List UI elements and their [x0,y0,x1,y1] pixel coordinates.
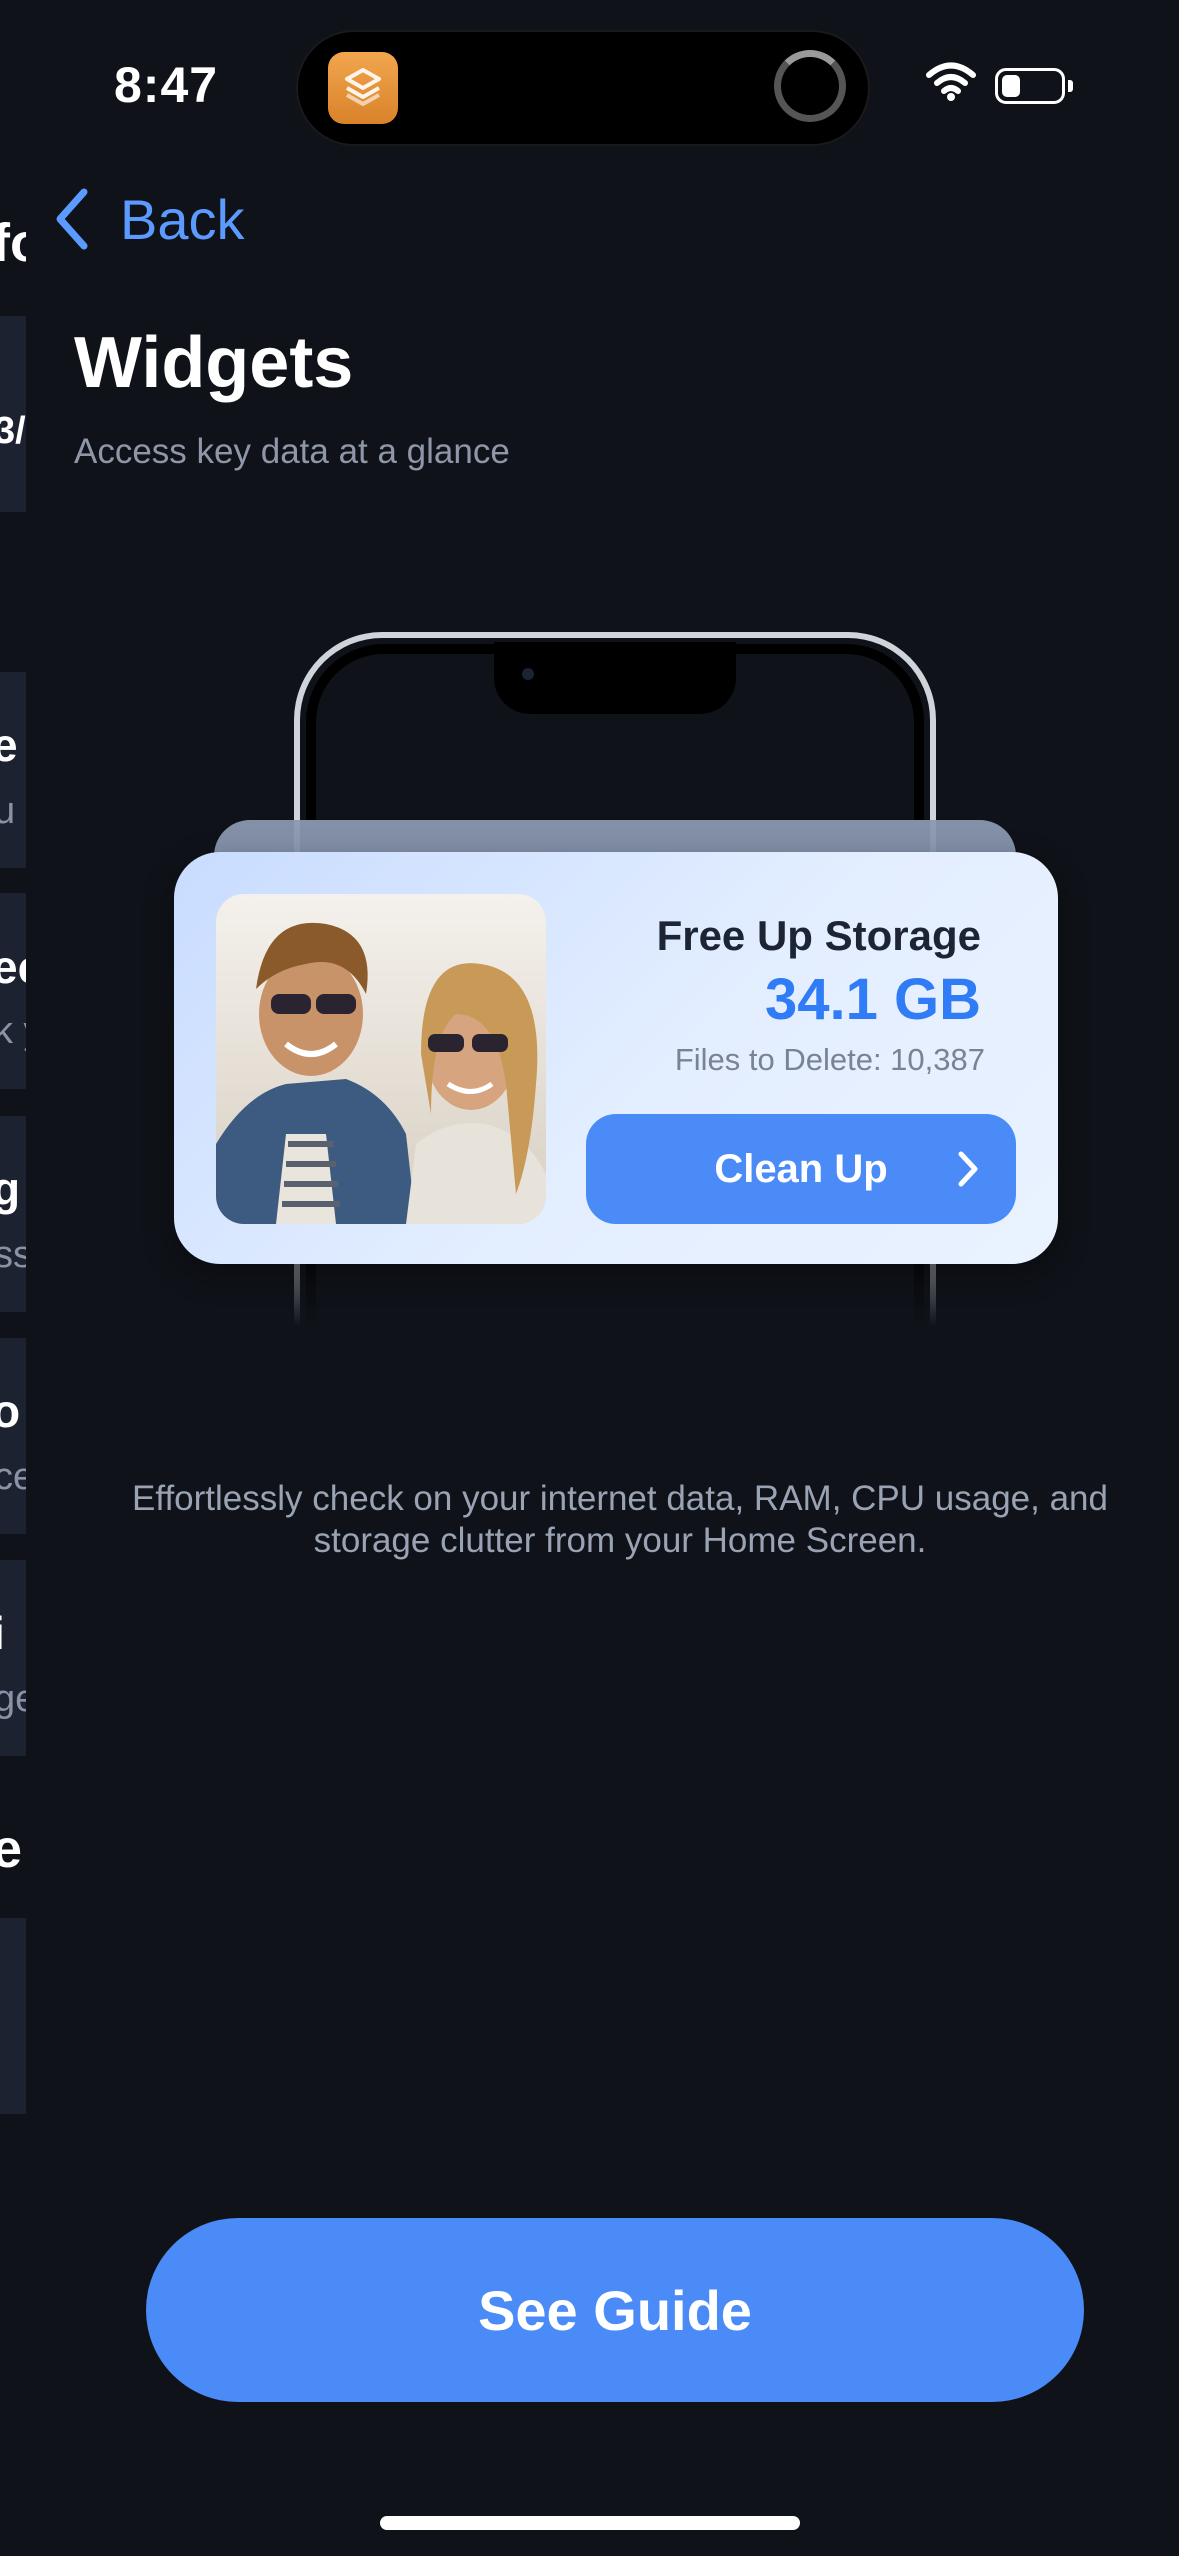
battery-icon [995,68,1065,104]
see-guide-button[interactable]: See Guide [146,2218,1084,2402]
chevron-left-icon [56,188,88,250]
background-text: e [0,719,18,771]
background-section-title: e [0,1819,23,1879]
phone-camera [522,668,534,680]
back-label: Back [120,187,245,251]
chevron-right-icon [958,1151,978,1187]
wifi-icon [926,62,976,107]
background-text: o [0,1385,21,1437]
widget-title: Free Up Storage [656,912,981,959]
see-guide-label: See Guide [478,2278,752,2342]
page-title: Widgets [74,323,354,403]
background-text: i [0,1610,5,1656]
battery-tip [1068,80,1073,92]
activity-spinner-icon [774,50,846,122]
background-text: u [0,790,16,832]
status-time: 8:47 [114,57,219,113]
clean-up-label: Clean Up [714,1146,888,1191]
shortcuts-app-icon [328,52,398,124]
background-text: 3/ [0,410,26,452]
widget-files-count: Files to Delete: 10,387 [674,1042,985,1077]
back-button[interactable]: Back [52,186,245,252]
clean-up-button[interactable]: Clean Up [586,1114,1016,1224]
widget-storage-size: 34.1 GB [765,967,981,1032]
photo-thumbnail [216,894,546,1224]
page-subtitle: Access key data at a glance [74,432,510,471]
background-card [0,1918,26,2114]
background-text: g [0,1163,21,1215]
widgets-description: Effortlessly check on your internet data… [132,1479,1108,1560]
home-indicator [380,2516,800,2530]
